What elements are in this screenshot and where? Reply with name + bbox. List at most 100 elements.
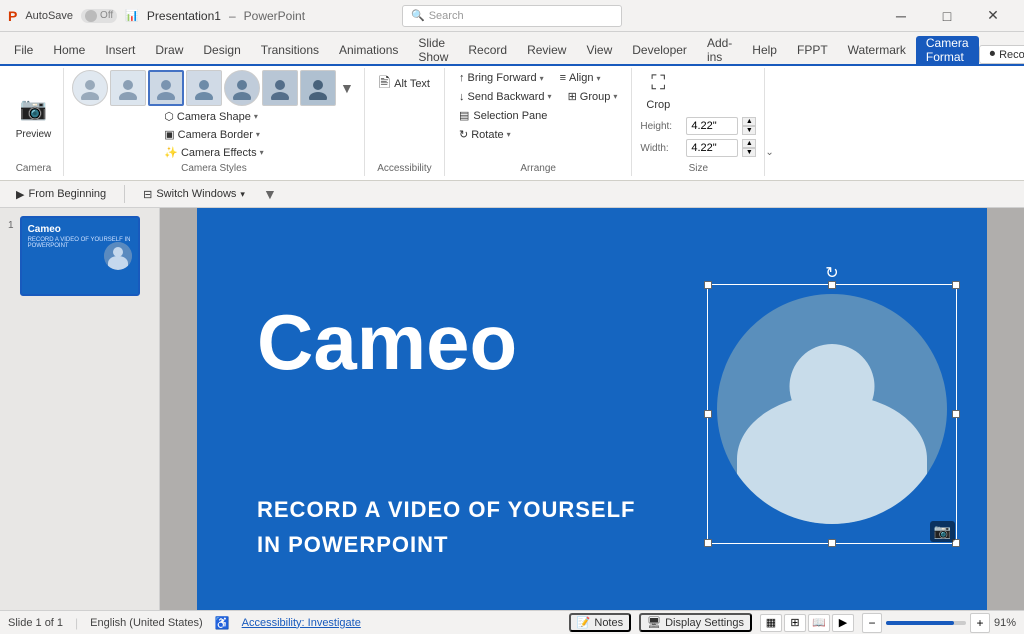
tab-animations[interactable]: Animations bbox=[329, 36, 408, 64]
main-area: 1 Cameo RECORD A VIDEO OF YOURSELF IN PO… bbox=[0, 208, 1024, 610]
display-settings-button[interactable]: 🖥 Display Settings bbox=[639, 613, 752, 632]
height-up[interactable]: ▲ bbox=[742, 117, 756, 126]
preview-button[interactable]: 📷 Preview bbox=[16, 91, 52, 140]
style-thumb-3[interactable] bbox=[148, 70, 184, 106]
width-up[interactable]: ▲ bbox=[742, 139, 756, 148]
height-label: Height: bbox=[640, 121, 682, 132]
tab-watermark[interactable]: Watermark bbox=[838, 36, 916, 64]
tab-insert[interactable]: Insert bbox=[95, 36, 145, 64]
zoom-slider[interactable] bbox=[886, 621, 966, 625]
height-input[interactable] bbox=[686, 117, 738, 135]
send-backward-button[interactable]: ↓ Send Backward ▾ bbox=[453, 88, 558, 105]
camera-shape-icon: ⬡ bbox=[164, 110, 174, 123]
record-button[interactable]: ⏺ Record bbox=[979, 45, 1024, 64]
style-thumb-4[interactable] bbox=[186, 70, 222, 106]
tab-review[interactable]: Review bbox=[517, 36, 576, 64]
status-bar: Slide 1 of 1 | English (United States) ♿… bbox=[0, 610, 1024, 634]
slide-sorter-button[interactable]: ⊞ bbox=[784, 614, 806, 632]
rotate-button[interactable]: ↻ Rotate ▾ bbox=[453, 126, 517, 143]
alt-text-icon: 🖹 bbox=[379, 72, 390, 96]
switch-windows-button[interactable]: ⊟ Switch Windows ▾ bbox=[135, 186, 253, 203]
tab-developer[interactable]: Developer bbox=[622, 36, 697, 64]
camera-effects-icon: ✨ bbox=[164, 146, 178, 159]
tab-design[interactable]: Design bbox=[193, 36, 250, 64]
style-thumb-1[interactable] bbox=[72, 70, 108, 106]
accessibility-icon: ♿ bbox=[215, 616, 230, 630]
handle-top-left[interactable] bbox=[704, 281, 712, 289]
height-spinner[interactable]: ▲ ▼ bbox=[742, 117, 756, 135]
tab-record[interactable]: Record bbox=[458, 36, 517, 64]
crop-button[interactable]: ⛶ Crop bbox=[640, 70, 676, 113]
doc-name: Presentation1 bbox=[147, 9, 221, 23]
handle-mid-right[interactable] bbox=[952, 410, 960, 418]
avatar-container[interactable]: ↻ 📷 bbox=[707, 274, 957, 544]
tab-draw[interactable]: Draw bbox=[145, 36, 193, 64]
switch-windows-icon: ⊟ bbox=[143, 188, 152, 201]
search-box[interactable]: 🔍 Search bbox=[402, 5, 622, 27]
alt-text-button[interactable]: 🖹 Alt Text bbox=[373, 70, 436, 98]
slide-thumbnail-1[interactable]: Cameo RECORD A VIDEO OF YOURSELF IN POWE… bbox=[20, 216, 140, 296]
handle-mid-left[interactable] bbox=[704, 410, 712, 418]
tab-transitions[interactable]: Transitions bbox=[251, 36, 329, 64]
size-more-btn[interactable]: ⌄ bbox=[765, 68, 773, 176]
width-down[interactable]: ▼ bbox=[742, 148, 756, 157]
from-beginning-button[interactable]: ▶ From Beginning bbox=[8, 186, 114, 203]
style-thumb-5[interactable] bbox=[224, 70, 260, 106]
height-down[interactable]: ▼ bbox=[742, 126, 756, 135]
tab-view[interactable]: View bbox=[576, 36, 622, 64]
reading-view-button[interactable]: 📖 bbox=[808, 614, 830, 632]
rotate-handle[interactable]: ↻ bbox=[825, 263, 838, 283]
zoom-percentage[interactable]: 91% bbox=[994, 617, 1016, 629]
camera-styles-content: ▼ ⬡ Camera Shape ▾ ▣ Camera Border ▾ bbox=[72, 70, 356, 161]
tab-help[interactable]: Help bbox=[742, 36, 787, 64]
camera-shape-button[interactable]: ⬡ Camera Shape ▾ bbox=[158, 108, 269, 125]
tab-home[interactable]: Home bbox=[43, 36, 95, 64]
bring-forward-button[interactable]: ↑ Bring Forward ▾ bbox=[453, 70, 550, 86]
style-thumb-7[interactable] bbox=[300, 70, 336, 106]
width-input[interactable] bbox=[686, 139, 738, 157]
status-bar-left: Slide 1 of 1 | English (United States) ♿… bbox=[8, 616, 557, 630]
close-button[interactable]: ✕ bbox=[970, 0, 1016, 32]
rotate-icon: ↻ bbox=[459, 128, 468, 141]
handle-bot-left[interactable] bbox=[704, 539, 712, 547]
slide-title: Cameo bbox=[257, 297, 517, 388]
align-button[interactable]: ≡ Align ▾ bbox=[554, 70, 607, 86]
style-thumb-2[interactable] bbox=[110, 70, 146, 106]
selection-pane-button[interactable]: ▤ Selection Pane bbox=[453, 107, 553, 124]
zoom-out-button[interactable]: − bbox=[862, 613, 882, 633]
styles-scroll-btn[interactable]: ▼ bbox=[338, 80, 356, 96]
tab-addins[interactable]: Add-ins bbox=[697, 36, 742, 64]
zoom-in-button[interactable]: + bbox=[970, 613, 990, 633]
accessibility-status[interactable]: Accessibility: Investigate bbox=[242, 617, 361, 629]
tab-file[interactable]: File bbox=[4, 36, 43, 64]
slideshow-view-button[interactable]: ▶ bbox=[832, 614, 854, 632]
handle-bot-mid[interactable] bbox=[828, 539, 836, 547]
minimize-button[interactable]: ─ bbox=[878, 0, 924, 32]
title-bar-right: ─ □ ✕ bbox=[680, 0, 1016, 32]
tab-slideshow[interactable]: Slide Show bbox=[408, 36, 458, 64]
thumb-avatar bbox=[104, 242, 132, 270]
camera-border-button[interactable]: ▣ Camera Border ▾ bbox=[158, 126, 269, 143]
handle-top-right[interactable] bbox=[952, 281, 960, 289]
canvas-area: Cameo RECORD A VIDEO OF YOURSELF IN POWE… bbox=[160, 208, 1024, 610]
style-thumb-6[interactable] bbox=[262, 70, 298, 106]
ribbon-group-camera: 📷 Preview Camera bbox=[4, 68, 64, 176]
toolbar-separator-1 bbox=[124, 185, 125, 203]
search-placeholder: Search bbox=[429, 10, 464, 22]
camera-effects-button[interactable]: ✨ Camera Effects ▾ bbox=[158, 144, 269, 161]
group-button[interactable]: ⊞ Group ▾ bbox=[562, 88, 624, 105]
from-beginning-label: From Beginning bbox=[28, 188, 106, 200]
size-group-label: Size bbox=[689, 161, 708, 174]
notes-button[interactable]: 📝 Notes bbox=[569, 613, 631, 632]
handle-top-mid[interactable] bbox=[828, 281, 836, 289]
tab-camera-format[interactable]: Camera Format bbox=[916, 36, 979, 64]
align-icon: ≡ bbox=[560, 72, 566, 84]
slide-number: 1 bbox=[8, 216, 14, 231]
autosave-toggle[interactable]: Off bbox=[81, 9, 117, 23]
normal-view-button[interactable]: ▦ bbox=[760, 614, 782, 632]
tab-fppt[interactable]: FPPT bbox=[787, 36, 838, 64]
slide-canvas[interactable]: Cameo RECORD A VIDEO OF YOURSELF IN POWE… bbox=[197, 208, 987, 610]
maximize-button[interactable]: □ bbox=[924, 0, 970, 32]
width-spinner[interactable]: ▲ ▼ bbox=[742, 139, 756, 157]
customize-toolbar-btn[interactable]: ▼ bbox=[259, 184, 281, 204]
